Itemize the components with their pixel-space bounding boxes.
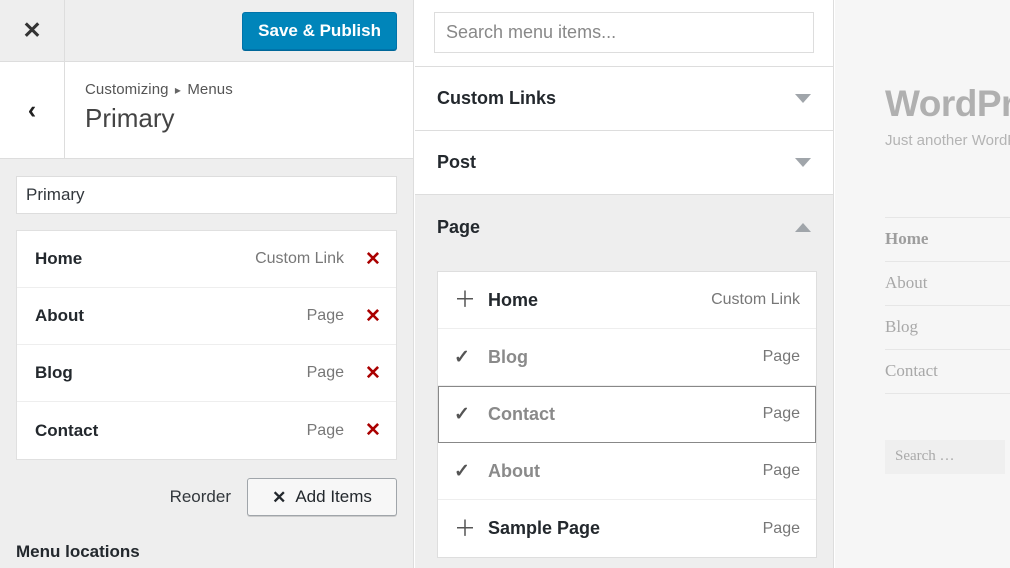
available-item-type: Page <box>763 520 800 538</box>
close-icon: ✕ <box>272 489 286 506</box>
header-titles: Customizing ▸ Menus Primary <box>65 62 413 158</box>
menu-items-list: Home Custom Link ✕ About Page ✕ Blog Pag… <box>16 230 397 460</box>
menu-item-title: Blog <box>35 363 307 383</box>
chevron-down-icon <box>795 158 811 167</box>
available-item-type: Page <box>763 405 800 423</box>
available-page-items-list: ＋ Home Custom Link ✓ Blog Page ✓ Contact… <box>437 271 817 558</box>
menu-item-title: Contact <box>35 421 307 441</box>
chevron-left-icon: ‹ <box>28 98 36 123</box>
search-input[interactable] <box>434 12 814 53</box>
table-row[interactable]: About Page ✕ <box>17 288 396 345</box>
available-item-title: Home <box>488 290 711 311</box>
back-button[interactable]: ‹ <box>0 62 65 158</box>
accordion-title: Post <box>437 152 795 173</box>
plus-icon: ＋ <box>454 289 488 311</box>
available-search-wrap <box>415 0 833 67</box>
customizer-screen: ✕ Save & Publish ‹ Customizing ▸ Menus P… <box>0 0 1010 568</box>
page-title: Primary <box>85 102 413 136</box>
reorder-button[interactable]: Reorder <box>170 487 231 507</box>
menu-item-type: Page <box>307 422 344 440</box>
table-row[interactable]: Home Custom Link ✕ <box>17 231 396 288</box>
menu-actions: Reorder ✕ Add Items <box>16 478 397 516</box>
menu-item-title: About <box>35 306 307 326</box>
preview-nav: Home About Blog Contact <box>885 217 1010 394</box>
check-icon: ✓ <box>454 462 488 481</box>
accordion-title: Custom Links <box>437 88 795 109</box>
menu-item-type: Page <box>307 307 344 325</box>
site-preview: WordPress Just another WordPress site Ho… <box>835 0 1010 568</box>
close-icon: ✕ <box>22 19 41 42</box>
preview-tagline: Just another WordPress site <box>885 132 1010 149</box>
menu-panel-body: Home Custom Link ✕ About Page ✕ Blog Pag… <box>0 159 413 562</box>
table-row[interactable]: Blog Page ✕ <box>17 345 396 402</box>
preview-content: WordPress Just another WordPress site Ho… <box>835 0 1010 474</box>
table-row[interactable]: Contact Page ✕ <box>17 402 396 459</box>
preview-nav-item-contact[interactable]: Contact <box>885 350 1010 394</box>
breadcrumb: Customizing ▸ Menus <box>85 81 413 100</box>
available-item-title: Blog <box>488 347 763 368</box>
customizer-topbar: ✕ Save & Publish <box>0 0 413 62</box>
menu-locations-heading: Menu locations <box>16 542 397 562</box>
preview-search-input[interactable] <box>885 440 1005 474</box>
breadcrumb-root: Customizing <box>85 81 169 98</box>
section-header: ‹ Customizing ▸ Menus Primary <box>0 62 413 159</box>
save-and-publish-button[interactable]: Save & Publish <box>242 12 397 50</box>
remove-menu-item-icon[interactable]: ✕ <box>362 307 384 326</box>
available-item-type: Custom Link <box>711 291 800 309</box>
chevron-down-icon <box>795 94 811 103</box>
list-item[interactable]: ✓ Blog Page <box>438 329 816 386</box>
accordion-title: Page <box>437 217 795 238</box>
breadcrumb-current: Menus <box>187 81 233 98</box>
plus-icon: ＋ <box>454 518 488 540</box>
chevron-up-icon <box>795 223 811 232</box>
preview-nav-item-about[interactable]: About <box>885 262 1010 306</box>
list-item[interactable]: ✓ Contact Page <box>438 386 816 443</box>
available-item-title: About <box>488 461 763 482</box>
preview-site-title: WordPress <box>885 84 1010 125</box>
check-icon: ✓ <box>454 348 488 367</box>
accordion-post[interactable]: Post <box>415 131 833 195</box>
add-items-button[interactable]: ✕ Add Items <box>247 478 397 516</box>
remove-menu-item-icon[interactable]: ✕ <box>362 421 384 440</box>
list-item[interactable]: ＋ Home Custom Link <box>438 272 816 329</box>
available-item-type: Page <box>763 462 800 480</box>
accordion-custom-links[interactable]: Custom Links <box>415 67 833 131</box>
close-customizer-button[interactable]: ✕ <box>0 0 65 61</box>
preview-nav-item-home[interactable]: Home <box>885 217 1010 262</box>
available-item-title: Contact <box>488 404 763 425</box>
list-item[interactable]: ✓ About Page <box>438 443 816 500</box>
menu-item-type: Page <box>307 364 344 382</box>
list-item[interactable]: ＋ Sample Page Page <box>438 500 816 557</box>
breadcrumb-separator-icon: ▸ <box>173 83 183 97</box>
add-items-label: Add Items <box>295 487 372 507</box>
accordion-page[interactable]: Page <box>415 195 833 259</box>
available-item-title: Sample Page <box>488 518 763 539</box>
available-item-type: Page <box>763 348 800 366</box>
available-menu-items-panel: Custom Links Post Page ＋ Home Custom Lin… <box>415 0 834 568</box>
remove-menu-item-icon[interactable]: ✕ <box>362 250 384 269</box>
menu-item-type: Custom Link <box>255 250 344 268</box>
customizer-sidebar: ✕ Save & Publish ‹ Customizing ▸ Menus P… <box>0 0 414 568</box>
menu-item-title: Home <box>35 249 255 269</box>
menu-name-input[interactable] <box>16 176 397 214</box>
remove-menu-item-icon[interactable]: ✕ <box>362 364 384 383</box>
check-icon: ✓ <box>454 405 488 424</box>
preview-nav-item-blog[interactable]: Blog <box>885 306 1010 350</box>
